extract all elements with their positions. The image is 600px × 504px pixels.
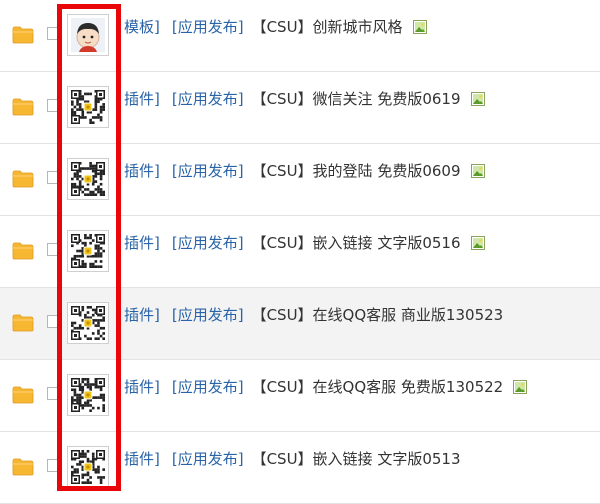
qr-code-icon (71, 306, 105, 340)
item-title: 插件] [应用发布] 【CSU】我的登陆 免费版0609 (124, 161, 485, 181)
folder-icon (12, 170, 34, 188)
list-item: 模板] [应用发布] 【CSU】创新城市风格 (0, 0, 600, 72)
image-icon[interactable] (470, 92, 485, 106)
qr-code-icon (71, 450, 105, 484)
list-item: 插件] [应用发布] 【CSU】嵌入链接 文字版0516 (0, 216, 600, 288)
category-link[interactable]: 插件] (124, 233, 160, 253)
qr-code-icon (71, 234, 105, 268)
thumbnail[interactable] (67, 302, 109, 344)
select-checkbox[interactable] (47, 99, 60, 112)
app-release-link[interactable]: [应用发布] (172, 233, 244, 253)
category-link[interactable]: 插件] (124, 377, 160, 397)
select-checkbox[interactable] (47, 27, 60, 40)
app-release-link[interactable]: [应用发布] (172, 17, 244, 37)
folder-icon (12, 314, 34, 332)
avatar-icon (71, 18, 105, 52)
list-item: 插件] [应用发布] 【CSU】在线QQ客服 商业版130523 (0, 288, 600, 360)
select-checkbox[interactable] (47, 459, 60, 472)
image-icon[interactable] (470, 236, 485, 250)
thumbnail[interactable] (67, 86, 109, 128)
folder-icon (12, 458, 34, 476)
qr-code-icon (71, 378, 105, 412)
list-item: 插件] [应用发布] 【CSU】微信关注 免费版0619 (0, 72, 600, 144)
app-release-link[interactable]: [应用发布] (172, 161, 244, 181)
qr-code-icon (71, 90, 105, 124)
plugin-name-link[interactable]: 【CSU】在线QQ客服 商业版130523 (252, 305, 504, 325)
app-release-link[interactable]: [应用发布] (172, 377, 244, 397)
plugin-name-link[interactable]: 【CSU】在线QQ客服 免费版130522 (252, 377, 504, 397)
item-title: 模板] [应用发布] 【CSU】创新城市风格 (124, 17, 427, 37)
item-title: 插件] [应用发布] 【CSU】嵌入链接 文字版0516 (124, 233, 485, 253)
app-release-link[interactable]: [应用发布] (172, 305, 244, 325)
list-item: 插件] [应用发布] 【CSU】嵌入链接 文字版0513 (0, 432, 600, 504)
select-checkbox[interactable] (47, 243, 60, 256)
item-title: 插件] [应用发布] 【CSU】嵌入链接 文字版0513 (124, 449, 461, 469)
category-link[interactable]: 插件] (124, 161, 160, 181)
list-item: 插件] [应用发布] 【CSU】在线QQ客服 免费版130522 (0, 360, 600, 432)
folder-icon (12, 386, 34, 404)
folder-icon (12, 242, 34, 260)
image-icon[interactable] (470, 164, 485, 178)
thumbnail[interactable] (67, 14, 109, 56)
plugin-list: 模板] [应用发布] 【CSU】创新城市风格 插件] [应用发布] 【CSU】微… (0, 0, 600, 504)
image-icon[interactable] (513, 380, 528, 394)
thumbnail[interactable] (67, 230, 109, 272)
category-link[interactable]: 插件] (124, 305, 160, 325)
item-title: 插件] [应用发布] 【CSU】在线QQ客服 商业版130523 (124, 305, 503, 325)
plugin-name-link[interactable]: 【CSU】微信关注 免费版0619 (252, 89, 461, 109)
image-icon[interactable] (412, 20, 427, 34)
list-item: 插件] [应用发布] 【CSU】我的登陆 免费版0609 (0, 144, 600, 216)
app-release-link[interactable]: [应用发布] (172, 89, 244, 109)
thumbnail[interactable] (67, 158, 109, 200)
app-release-link[interactable]: [应用发布] (172, 449, 244, 469)
category-link[interactable]: 插件] (124, 449, 160, 469)
plugin-name-link[interactable]: 【CSU】嵌入链接 文字版0516 (252, 233, 461, 253)
select-checkbox[interactable] (47, 171, 60, 184)
thumbnail[interactable] (67, 374, 109, 416)
plugin-name-link[interactable]: 【CSU】创新城市风格 (252, 17, 403, 37)
folder-icon (12, 26, 34, 44)
category-link[interactable]: 插件] (124, 89, 160, 109)
thumbnail[interactable] (67, 446, 109, 488)
select-checkbox[interactable] (47, 315, 60, 328)
select-checkbox[interactable] (47, 387, 60, 400)
category-link[interactable]: 模板] (124, 17, 160, 37)
plugin-name-link[interactable]: 【CSU】我的登陆 免费版0609 (252, 161, 461, 181)
qr-code-icon (71, 162, 105, 196)
folder-icon (12, 98, 34, 116)
item-title: 插件] [应用发布] 【CSU】在线QQ客服 免费版130522 (124, 377, 528, 397)
plugin-name-link[interactable]: 【CSU】嵌入链接 文字版0513 (252, 449, 461, 469)
item-title: 插件] [应用发布] 【CSU】微信关注 免费版0619 (124, 89, 485, 109)
